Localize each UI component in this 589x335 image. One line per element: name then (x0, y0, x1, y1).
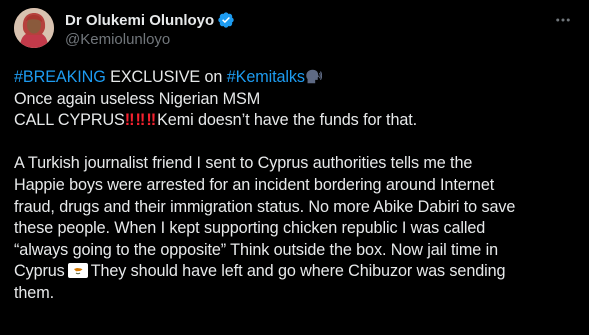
tweet-para2-line-2: Happie boys were arrested for an inciden… (14, 175, 495, 194)
author-display-name[interactable]: Dr Olukemi Olunloyo (65, 12, 214, 29)
more-options-button[interactable] (553, 10, 573, 30)
hashtag-kemitalks[interactable]: #Kemitalks (227, 68, 305, 86)
double-exclamation-emoji: ‼ (135, 111, 146, 130)
tweet: Dr Olukemi Olunloyo @Kemiolunloyo #BREAK… (0, 0, 589, 335)
author-handle[interactable]: @Kemiolunloyo (65, 31, 170, 48)
tweet-para2-line-1: A Turkish journalist friend I sent to Cy… (14, 154, 473, 173)
text-call-cyprus: CALL CYPRUS (14, 111, 125, 130)
tweet-line-1: #BREAKING EXCLUSIVE on #Kemitalks (14, 67, 574, 89)
double-exclamation-emoji: ‼ (124, 111, 135, 130)
double-exclamation-emoji: ‼ (146, 111, 156, 130)
hashtag-breaking[interactable]: #BREAKING (14, 68, 106, 86)
tweet-para2-line-3: fraud, drugs and their immigration statu… (14, 197, 516, 216)
tweet-text: #BREAKING EXCLUSIVE on #Kemitalks Once a… (14, 67, 574, 305)
author-name-row: Dr Olukemi Olunloyo (65, 10, 235, 30)
text-should-have-left: They should have left and go where Chibu… (90, 262, 506, 281)
tweet-para2-line-5: “always going to the opposite” Think out… (14, 240, 498, 259)
tweet-line-2: Once again useless Nigerian MSM (14, 89, 261, 108)
text-cyprus: Cyprus (14, 262, 65, 281)
text-kemi-funds: Kemi doesn’t have the funds for that. (157, 111, 418, 130)
cyprus-flag-emoji (67, 263, 88, 279)
tweet-para2-line-7: them. (14, 283, 54, 302)
tweet-para2-line-6: Cyprus They should have left and go wher… (14, 261, 574, 283)
paragraph-break (14, 132, 574, 154)
avatar-image (14, 8, 54, 48)
tweet-line-3: CALL CYPRUS‼ ‼ ‼ Kemi doesn’t have the fund… (14, 110, 574, 132)
verified-badge-icon (217, 11, 235, 29)
tweet-para2-line-4: these people. When I kept supporting chi… (14, 219, 486, 238)
speaking-head-emoji (305, 68, 323, 85)
text-exclusive: EXCLUSIVE on (105, 68, 227, 86)
more-options-icon (556, 18, 570, 22)
avatar[interactable] (14, 8, 54, 48)
